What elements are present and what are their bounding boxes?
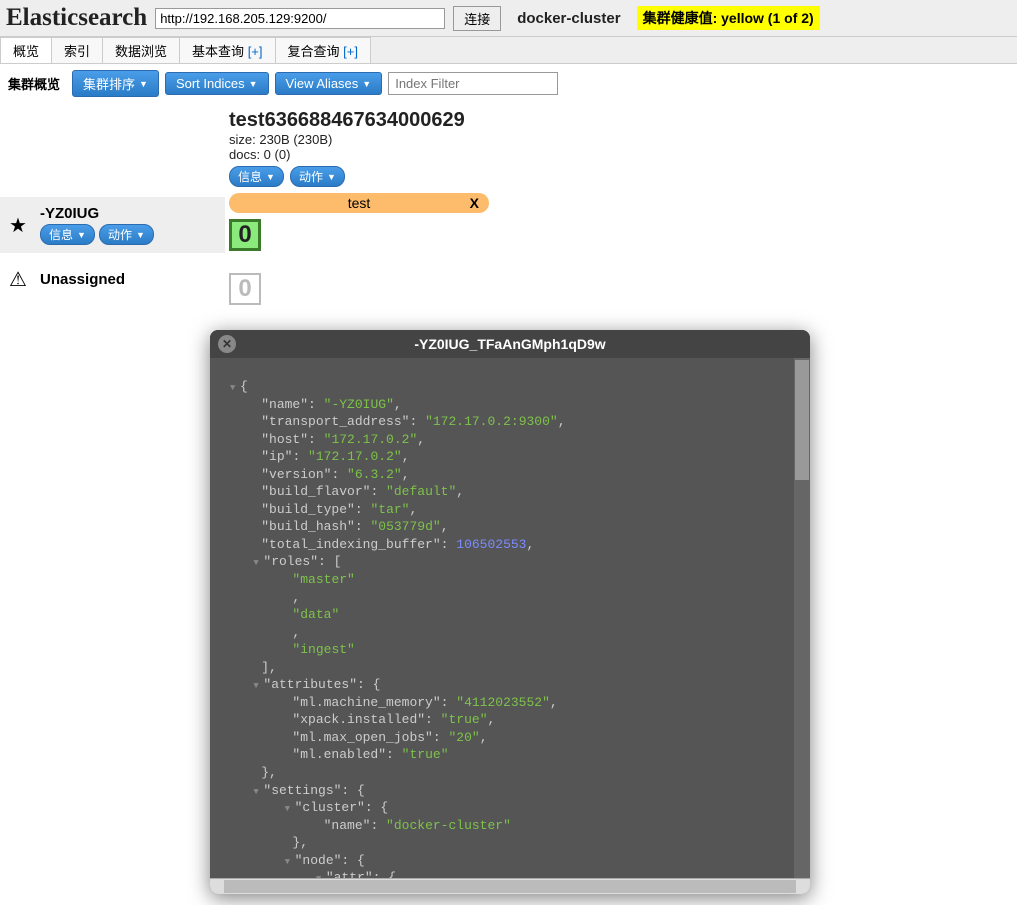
index-name: test636688467634000629	[229, 109, 1017, 132]
scrollbar-thumb[interactable]	[224, 880, 796, 893]
scrollbar-thumb[interactable]	[795, 360, 809, 480]
tab-basic-query-label: 基本查询	[192, 44, 244, 59]
cluster-overview-label: 集群概览	[8, 74, 60, 93]
caret-down-icon: ▼	[77, 230, 86, 240]
node-action-label: 动作	[108, 226, 132, 243]
tab-indices[interactable]: 索引	[51, 37, 103, 63]
tab-browse[interactable]: 数据浏览	[102, 37, 180, 63]
alias-name: test	[348, 195, 371, 211]
index-size: size: 230B (230B)	[229, 132, 1017, 147]
view-aliases-button[interactable]: View Aliases ▼	[275, 72, 383, 95]
node-info-label: 信息	[49, 226, 73, 243]
cluster-health-badge: 集群健康值: yellow (1 of 2)	[637, 6, 820, 30]
tab-plus-icon: [+]	[343, 44, 358, 59]
connect-button[interactable]: 连接	[453, 6, 501, 31]
node-name: -YZ0IUG	[40, 205, 219, 222]
index-filter-input[interactable]	[388, 72, 558, 95]
alias-remove-icon[interactable]: X	[470, 195, 479, 211]
vertical-scrollbar[interactable]	[794, 358, 810, 878]
caret-down-icon: ▼	[362, 79, 371, 89]
app-logo: Elasticsearch	[6, 4, 147, 32]
modal-json-body[interactable]: ▼{ "name": "-YZ0IUG", "transport_address…	[210, 358, 810, 878]
index-info-label: 信息	[238, 168, 262, 185]
modal-title-text: -YZ0IUG_TFaAnGMph1qD9w	[414, 336, 605, 352]
sort-cluster-label: 集群排序	[83, 74, 135, 93]
tab-compound-query[interactable]: 复合查询 [+]	[275, 37, 371, 63]
warning-icon: ⚠	[6, 267, 30, 292]
node-row-unassigned: ⚠ Unassigned	[0, 253, 225, 305]
index-action-button[interactable]: 动作 ▼	[290, 166, 345, 187]
unassigned-label: Unassigned	[40, 271, 219, 288]
node-row-assigned: ★ -YZ0IUG 信息 ▼ 动作 ▼	[0, 197, 225, 253]
index-info-button[interactable]: 信息 ▼	[229, 166, 284, 187]
sort-cluster-button[interactable]: 集群排序 ▼	[72, 70, 159, 97]
cluster-name: docker-cluster	[517, 10, 620, 27]
alias-pill: test X	[229, 193, 489, 213]
tab-plus-icon: [+]	[248, 44, 263, 59]
node-info-button[interactable]: 信息 ▼	[40, 224, 95, 245]
sort-indices-label: Sort Indices	[176, 76, 245, 91]
index-action-label: 动作	[299, 168, 323, 185]
tab-basic-query[interactable]: 基本查询 [+]	[179, 37, 275, 63]
caret-down-icon: ▼	[327, 172, 336, 182]
caret-down-icon: ▼	[249, 79, 258, 89]
caret-down-icon: ▼	[136, 230, 145, 240]
caret-down-icon: ▼	[139, 79, 148, 89]
url-input[interactable]	[155, 8, 445, 29]
index-docs: docs: 0 (0)	[229, 147, 1017, 162]
horizontal-scrollbar[interactable]	[210, 878, 810, 894]
star-icon: ★	[6, 213, 30, 238]
modal-title-bar[interactable]: ✕ -YZ0IUG_TFaAnGMph1qD9w	[210, 330, 810, 358]
tab-compound-query-label: 复合查询	[288, 44, 340, 59]
tab-overview[interactable]: 概览	[0, 37, 52, 63]
node-action-button[interactable]: 动作 ▼	[99, 224, 154, 245]
view-aliases-label: View Aliases	[286, 76, 359, 91]
sort-indices-button[interactable]: Sort Indices ▼	[165, 72, 269, 95]
close-icon[interactable]: ✕	[218, 335, 236, 353]
shard-primary[interactable]: 0	[229, 219, 261, 251]
node-info-modal: ✕ -YZ0IUG_TFaAnGMph1qD9w ▼{ "name": "-YZ…	[210, 330, 810, 894]
shard-unassigned[interactable]: 0	[229, 273, 261, 305]
caret-down-icon: ▼	[266, 172, 275, 182]
